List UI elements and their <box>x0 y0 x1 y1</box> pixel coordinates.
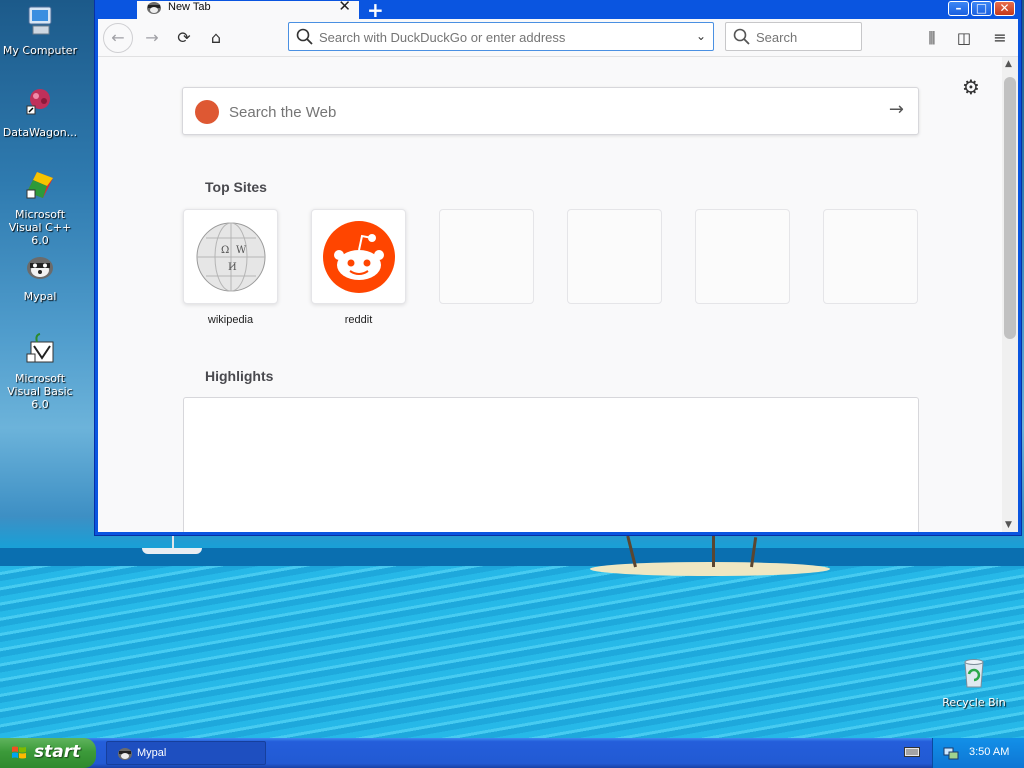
newtab-page: ⚙ → Top Sites Ω W И wikipedia <box>98 57 1004 532</box>
top-site-tile-empty[interactable] <box>823 209 918 304</box>
search-input[interactable] <box>756 27 856 47</box>
system-tray: 3:50 AM <box>932 738 1024 768</box>
search-icon <box>733 28 750 45</box>
web-search-input[interactable] <box>229 101 829 123</box>
mypal-icon <box>27 257 53 279</box>
chevron-down-icon[interactable]: ▼ <box>1005 520 1012 530</box>
taskbar-item-mypal[interactable]: Mypal <box>106 741 266 765</box>
network-icon[interactable] <box>943 745 959 761</box>
sailboat <box>142 535 202 554</box>
start-button[interactable]: start <box>0 738 96 768</box>
top-site-tile-reddit[interactable] <box>311 209 406 304</box>
clock: 3:50 AM <box>969 746 1010 758</box>
desktop-icon-mypal[interactable]: Mypal <box>0 250 80 303</box>
top-sites-title: Top Sites <box>205 179 267 195</box>
svg-text:Ω: Ω <box>221 245 229 256</box>
vertical-scrollbar[interactable]: ▲ ▼ <box>1002 57 1018 532</box>
address-bar[interactable]: ⌄ <box>288 22 714 51</box>
wikipedia-icon: Ω W И <box>196 222 266 292</box>
visual-basic-icon <box>26 333 54 363</box>
top-site-label: wikipedia <box>207 314 254 326</box>
svg-text:W: W <box>236 245 247 256</box>
datawagon-icon <box>26 89 50 115</box>
computer-icon <box>28 6 52 35</box>
tab-new-tab[interactable]: New Tab ✕ <box>137 0 359 19</box>
chevron-down-icon[interactable]: ⌄ <box>696 29 706 43</box>
top-site-tile-empty[interactable] <box>567 209 662 304</box>
palm-tree <box>712 535 715 567</box>
tab-title: New Tab <box>168 1 211 13</box>
back-button[interactable]: ← <box>103 23 133 53</box>
browser-window: New Tab ✕ + – □ ✕ ← → ⟳ ⌂ ⌄ <box>94 0 1022 536</box>
desktop-icon-label: Mypal <box>23 290 57 303</box>
svg-text:И: И <box>228 262 237 273</box>
windows-logo-icon <box>12 746 26 759</box>
top-site-tile-wikipedia[interactable]: Ω W И <box>183 209 278 304</box>
web-search-box[interactable]: → <box>182 87 919 135</box>
scrollbar-thumb[interactable] <box>1004 77 1016 339</box>
desktop-icon-label: DataWagon... <box>2 126 78 139</box>
address-input[interactable] <box>319 27 679 47</box>
mypal-icon <box>147 2 161 14</box>
desktop-icon-datawagon[interactable]: DataWagon... <box>0 86 80 139</box>
sidebar-icon[interactable]: ◫ <box>950 25 978 51</box>
nav-toolbar: ← → ⟳ ⌂ ⌄ ⫼ ◫ ≡ <box>98 19 1018 57</box>
maximize-button[interactable]: □ <box>971 1 992 16</box>
highlights-panel <box>183 397 919 532</box>
search-icon <box>296 28 313 45</box>
tab-bar: New Tab ✕ + – □ ✕ <box>95 0 1021 22</box>
desktop-icon-label: Microsoft Visual C++ 6.0 <box>8 208 72 247</box>
tab-close-button[interactable]: ✕ <box>338 0 351 15</box>
desktop-icon-label: My Computer <box>2 44 78 57</box>
forward-button[interactable]: → <box>138 25 166 51</box>
menu-icon[interactable]: ≡ <box>986 25 1014 51</box>
reload-button[interactable]: ⟳ <box>170 25 198 51</box>
top-site-tile-empty[interactable] <box>695 209 790 304</box>
top-site-tile-empty[interactable] <box>439 209 534 304</box>
browser-body: ← → ⟳ ⌂ ⌄ ⫼ ◫ ≡ ⚙ <box>98 19 1018 532</box>
start-label: start <box>34 742 81 762</box>
desktop-icon-label: Recycle Bin <box>942 696 1006 709</box>
window-close-button[interactable]: ✕ <box>994 1 1015 16</box>
desktop-icon-label: Microsoft Visual Basic 6.0 <box>7 372 73 411</box>
mypal-icon <box>118 748 132 760</box>
visual-cpp-icon <box>26 172 53 199</box>
top-site-label: reddit <box>344 314 373 326</box>
keyboard-icon[interactable] <box>904 745 920 759</box>
chevron-up-icon[interactable]: ▲ <box>1005 59 1012 69</box>
minimize-button[interactable]: – <box>948 1 969 16</box>
taskbar: start Mypal 3:50 AM <box>0 738 1024 768</box>
recycle-bin-icon <box>964 659 984 688</box>
duckduckgo-icon <box>195 100 219 124</box>
desktop-icon-my-computer[interactable]: My Computer <box>0 4 80 57</box>
search-bar[interactable] <box>725 22 862 51</box>
sea <box>0 566 1024 738</box>
library-icon[interactable]: ⫼ <box>918 25 946 51</box>
gear-icon[interactable]: ⚙ <box>962 75 980 99</box>
desktop-icon-visual-basic[interactable]: Microsoft Visual Basic 6.0 <box>0 332 80 411</box>
reddit-icon <box>323 221 395 293</box>
home-button[interactable]: ⌂ <box>202 25 230 51</box>
arrow-right-icon[interactable]: → <box>889 99 904 120</box>
desktop-icon-visual-cpp[interactable]: Microsoft Visual C++ 6.0 <box>0 168 80 247</box>
desktop-icon-recycle-bin[interactable]: Recycle Bin <box>934 656 1014 709</box>
island <box>590 562 830 576</box>
highlights-title: Highlights <box>205 368 274 384</box>
taskbar-item-label: Mypal <box>137 747 167 759</box>
